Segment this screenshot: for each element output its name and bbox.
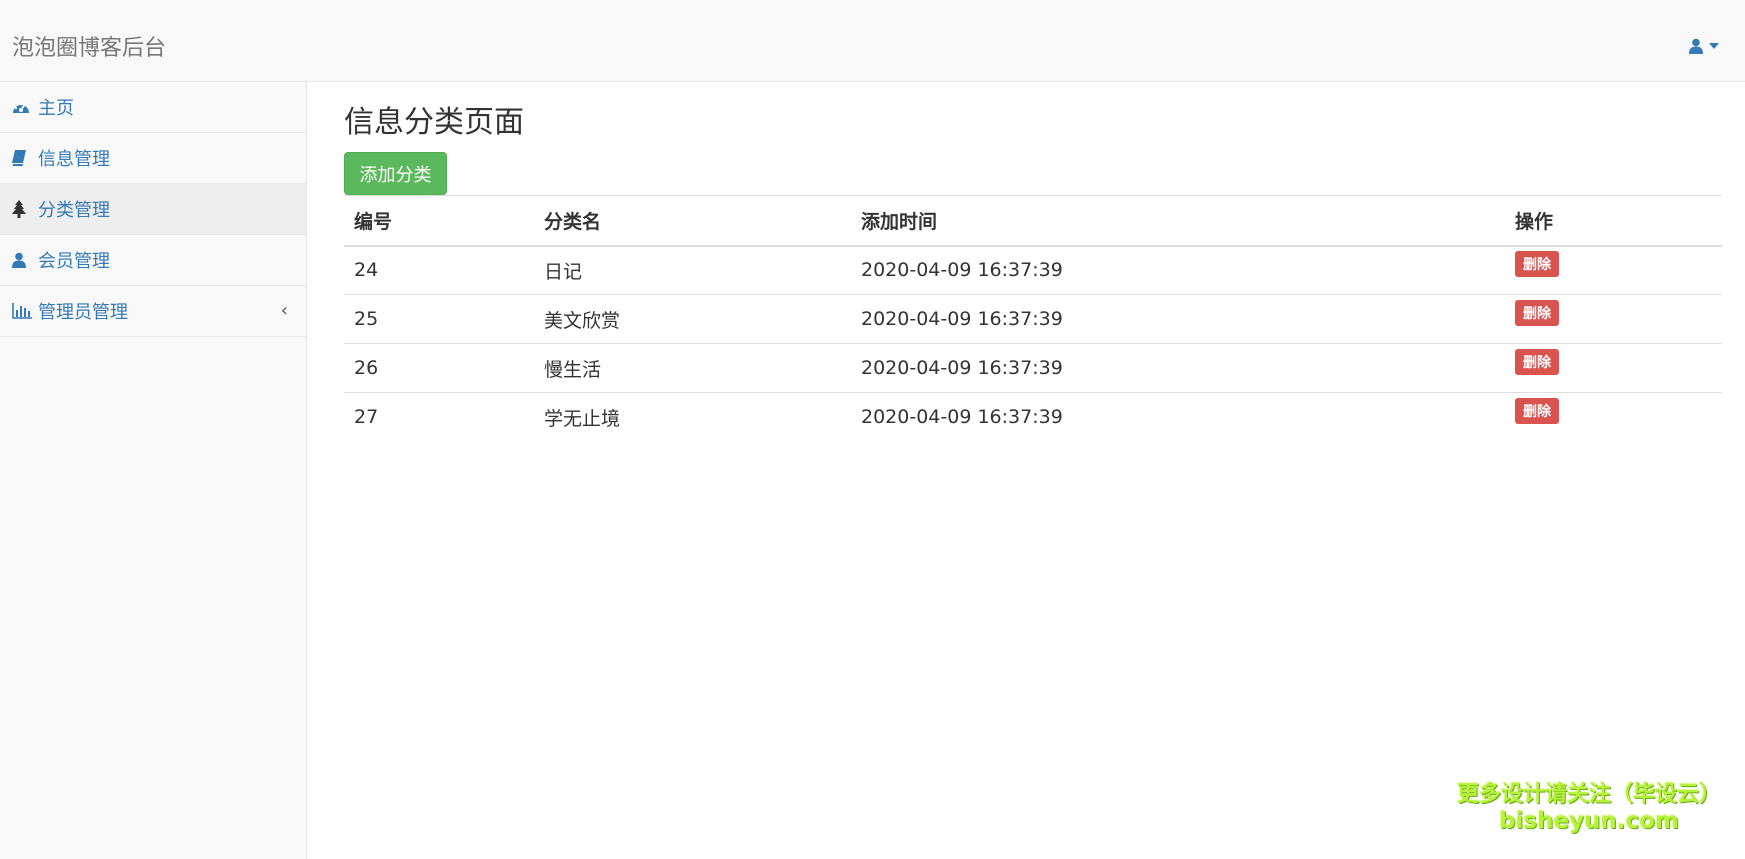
sidebar-item-label: 会员管理 [38,251,110,272]
chevron-left-icon[interactable]: ‹ [281,300,288,321]
bar-chart-icon [12,302,34,320]
delete-button[interactable]: 删除 [1515,251,1559,278]
top-navbar: 泡泡圈博客后台 [0,0,1745,82]
main-content: 信息分类页面 添加分类 编号 分类名 添加时间 操作 24 日记 2020-04… [307,82,1745,859]
delete-button[interactable]: 删除 [1515,398,1559,425]
table-row: 24 日记 2020-04-09 16:37:39 删除 [344,245,1722,295]
cell-action: 删除 [1505,294,1722,344]
category-table: 编号 分类名 添加时间 操作 24 日记 2020-04-09 16:37:39… [344,195,1722,442]
cell-time: 2020-04-09 16:37:39 [851,343,1505,393]
sidebar-item-members[interactable]: 会员管理 [0,235,306,286]
delete-button[interactable]: 删除 [1515,349,1559,375]
user-icon [12,251,34,269]
tree-icon [12,200,34,218]
cell-action: 删除 [1505,245,1722,295]
cell-time: 2020-04-09 16:37:39 [851,392,1505,442]
sidebar-item-category[interactable]: 分类管理 [0,184,306,235]
dashboard-icon [12,98,34,116]
cell-name: 学无止境 [534,392,851,442]
header-name: 分类名 [534,195,851,247]
header-time: 添加时间 [851,195,1505,247]
sidebar: 主页 信息管理 分类管理 会员管理 管理员管理 ‹ [0,82,307,859]
watermark: 更多设计请关注（毕设云） bisheyun.com [1457,782,1721,834]
sidebar-item-label: 主页 [38,98,74,119]
table-row: 27 学无止境 2020-04-09 16:37:39 删除 [344,392,1722,442]
book-icon [12,149,34,167]
watermark-line2: bisheyun.com [1499,808,1679,834]
cell-id: 24 [344,245,534,295]
add-category-button[interactable]: 添加分类 [344,152,447,195]
sidebar-item-admins[interactable]: 管理员管理 ‹ [0,286,306,337]
page-title: 信息分类页面 [344,105,524,140]
delete-button[interactable]: 删除 [1515,300,1559,326]
cell-id: 27 [344,392,534,442]
cell-name: 日记 [534,245,851,295]
cell-action: 删除 [1505,392,1722,442]
brand-title[interactable]: 泡泡圈博客后台 [12,36,166,62]
cell-action: 删除 [1505,343,1722,393]
cell-name: 慢生活 [534,343,851,393]
sidebar-item-label: 信息管理 [38,149,110,170]
sidebar-item-label: 管理员管理 [38,302,128,323]
cell-time: 2020-04-09 16:37:39 [851,294,1505,344]
watermark-line1: 更多设计请关注（毕设云） [1456,782,1721,807]
table-row: 25 美文欣赏 2020-04-09 16:37:39 删除 [344,294,1722,344]
header-id: 编号 [344,195,534,247]
user-menu-toggle[interactable] [1689,38,1719,54]
cell-time: 2020-04-09 16:37:39 [851,245,1505,295]
header-action: 操作 [1505,195,1722,247]
cell-name: 美文欣赏 [534,294,851,344]
cell-id: 25 [344,294,534,344]
table-header-row: 编号 分类名 添加时间 操作 [344,195,1722,247]
table-row: 26 慢生活 2020-04-09 16:37:39 删除 [344,343,1722,393]
sidebar-item-label: 分类管理 [38,200,110,221]
sidebar-item-home[interactable]: 主页 [0,82,306,133]
cell-id: 26 [344,343,534,393]
user-icon [1689,38,1703,54]
caret-down-icon [1709,43,1719,49]
sidebar-item-info[interactable]: 信息管理 [0,133,306,184]
